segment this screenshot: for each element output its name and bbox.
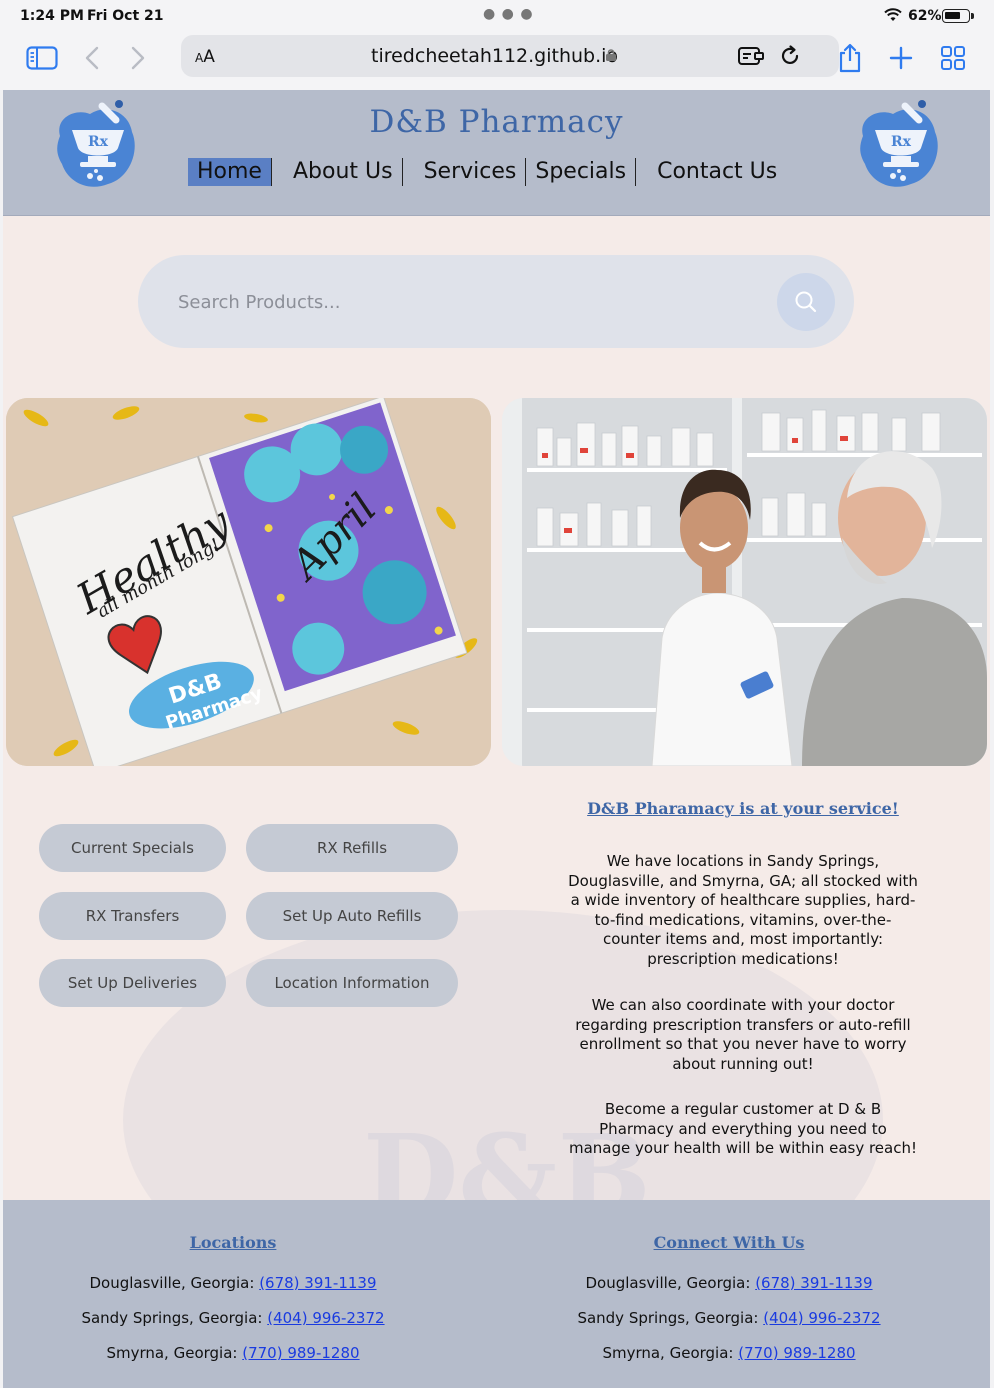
pharmacist-customer-image — [502, 398, 987, 766]
main-nav: Home About Us Services Specials Contact … — [188, 157, 786, 187]
share-icon[interactable] — [832, 40, 868, 76]
deliveries-button[interactable]: Set Up Deliveries — [39, 959, 226, 1007]
location-label: Sandy Springs, Georgia: — [81, 1309, 263, 1327]
nav-about-us[interactable]: About Us — [284, 158, 403, 186]
search-input[interactable] — [178, 285, 738, 319]
wifi-icon — [884, 8, 902, 21]
multitasking-dots-icon[interactable]: ● ● ● — [483, 6, 534, 22]
connect-heading[interactable]: Connect With Us — [629, 1233, 829, 1252]
info-paragraph-locations: We have locations in Sandy Springs, Doug… — [568, 852, 918, 968]
auto-refills-button[interactable]: Set Up Auto Refills — [246, 892, 458, 940]
mortar-pestle-logo-icon[interactable]: Rx — [853, 98, 943, 190]
phone-link[interactable]: (770) 989-1280 — [738, 1344, 855, 1362]
address-bar[interactable]: AA tiredcheetah112.github.io — [181, 35, 839, 77]
web-page: D&B Rx D&B Pharmacy Home About Us Servic… — [3, 90, 990, 1388]
phone-link[interactable]: (770) 989-1280 — [242, 1344, 359, 1362]
phone-link[interactable]: (678) 391-1139 — [259, 1274, 376, 1292]
product-search — [138, 255, 854, 348]
back-icon[interactable] — [74, 40, 110, 76]
status-date: Fri Oct 21 — [87, 8, 164, 24]
info-paragraph-coordination: We can also coordinate with your doctor … — [575, 996, 911, 1073]
connect-label: Douglasville, Georgia: — [585, 1274, 751, 1292]
info-paragraph-customer: Become a regular customer at D & B Pharm… — [569, 1100, 917, 1157]
forward-icon[interactable] — [120, 40, 156, 76]
status-time: 1:24 PM — [20, 8, 84, 24]
browser-toolbar: AA tiredcheetah112.github.io — [0, 30, 994, 90]
rx-refills-button[interactable]: RX Refills — [246, 824, 458, 872]
location-row: Sandy Springs, Georgia: (404) 996-2372 — [3, 1309, 473, 1327]
connect-label: Smyrna, Georgia: — [602, 1344, 734, 1362]
battery-icon — [942, 9, 974, 23]
lock-icon — [606, 49, 616, 61]
nav-home[interactable]: Home — [188, 158, 272, 186]
reader-extension-icon[interactable] — [737, 45, 765, 67]
text-size-button[interactable]: AA — [195, 47, 215, 67]
site-footer: Locations Connect With Us Douglasville, … — [3, 1200, 990, 1388]
search-icon — [795, 291, 817, 313]
new-tab-icon[interactable] — [883, 40, 919, 76]
locations-heading[interactable]: Locations — [133, 1233, 333, 1252]
status-bar: 1:24 PM Fri Oct 21 ● ● ● 62% — [0, 0, 994, 30]
location-row: Douglasville, Georgia: (678) 391-1139 — [3, 1274, 473, 1292]
tab-overview-icon[interactable] — [935, 40, 971, 76]
rx-transfers-button[interactable]: RX Transfers — [39, 892, 226, 940]
connect-row: Sandy Springs, Georgia: (404) 996-2372 — [489, 1309, 969, 1327]
search-button[interactable] — [777, 273, 835, 331]
location-row: Smyrna, Georgia: (770) 989-1280 — [3, 1344, 473, 1362]
phone-link[interactable]: (404) 996-2372 — [267, 1309, 384, 1327]
location-label: Smyrna, Georgia: — [106, 1344, 238, 1362]
url-text[interactable]: tiredcheetah112.github.io — [371, 45, 618, 67]
reload-icon[interactable] — [778, 44, 802, 68]
nav-services[interactable]: Services — [415, 158, 527, 186]
connect-row: Douglasville, Georgia: (678) 391-1139 — [489, 1274, 969, 1292]
connect-row: Smyrna, Georgia: (770) 989-1280 — [489, 1344, 969, 1362]
nav-contact-us[interactable]: Contact Us — [648, 158, 786, 186]
svg-text:Rx: Rx — [891, 134, 912, 150]
phone-link[interactable]: (678) 391-1139 — [755, 1274, 872, 1292]
service-heading[interactable]: D&B Pharamacy is at your service! — [573, 799, 913, 818]
april-notebook-image: Healthy all month long! April D&B Pharma… — [6, 398, 491, 766]
connect-label: Sandy Springs, Georgia: — [577, 1309, 759, 1327]
battery-percent: 62% — [908, 8, 942, 24]
current-specials-button[interactable]: Current Specials — [39, 824, 226, 872]
nav-specials[interactable]: Specials — [526, 158, 637, 186]
sidebar-icon[interactable] — [24, 40, 60, 76]
site-title: D&B Pharmacy — [369, 104, 624, 140]
phone-link[interactable]: (404) 996-2372 — [763, 1309, 880, 1327]
location-info-button[interactable]: Location Information — [246, 959, 458, 1007]
site-header: Rx D&B Pharmacy Home About Us Services S… — [3, 90, 990, 216]
location-label: Douglasville, Georgia: — [89, 1274, 255, 1292]
